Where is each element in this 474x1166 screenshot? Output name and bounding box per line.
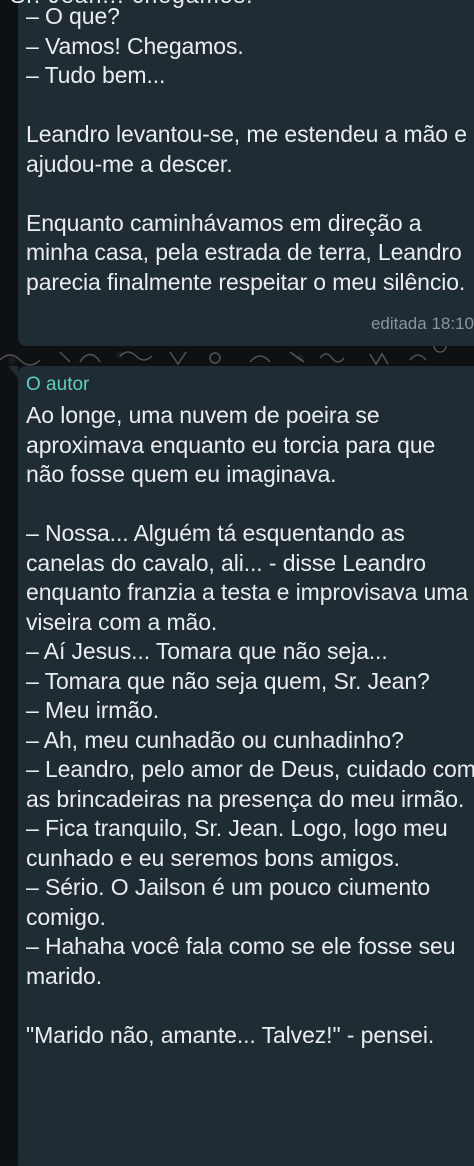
message-bubble-2[interactable]: O autor Ao longe, uma nuvem de poeira se… [18, 366, 474, 1166]
bubble-tail [8, 366, 18, 378]
cut-off-text-line: Sr. Jean... chegamos. [10, 0, 253, 9]
wallpaper-doodles [0, 346, 447, 366]
author-name[interactable]: O autor [26, 374, 89, 396]
message-time: 18:10 [431, 314, 474, 333]
edited-label: editada [370, 314, 427, 333]
message-text: Ao longe, uma nuvem de poeira se aproxim… [26, 402, 474, 1048]
message-bubble-1[interactable]: – O que? – Vamos! Chegamos. – Tudo bem..… [18, 0, 474, 346]
message-text: – O que? – Vamos! Chegamos. – Tudo bem..… [26, 3, 467, 295]
message-meta: editada 18:10 [371, 314, 474, 334]
